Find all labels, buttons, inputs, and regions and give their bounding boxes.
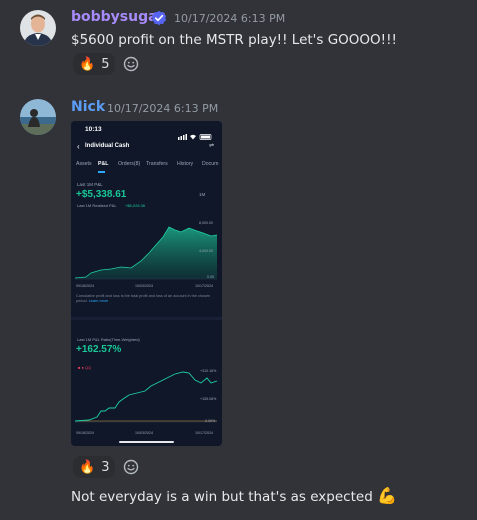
fire-reaction[interactable]: 🔥 3 — [73, 456, 116, 478]
reaction-count: 3 — [101, 459, 110, 475]
chart2-y-zero: 0.00% — [205, 419, 216, 423]
chart1-x-start: 09/18/2024 — [76, 284, 94, 288]
fire-reaction[interactable]: 🔥 5 — [73, 53, 116, 75]
timestamp: 10/17/2024 6:13 PM — [174, 12, 286, 25]
account-title: Individual Cash — [85, 143, 130, 149]
chart1-x-mid: 10/03/2024 — [135, 284, 153, 288]
flexed-biceps-emoji: 💪 — [377, 486, 397, 505]
ratio-line-chart — [74, 371, 218, 423]
ratio-label: Last 1M P&L Ratio(Time-Weighted) — [77, 337, 140, 342]
chart1-y-top: 8,000.00 — [199, 221, 213, 225]
verified-badge-icon — [151, 10, 167, 26]
message-text: $5600 profit on the MSTR play!! Let's GO… — [71, 32, 397, 48]
attachment-image[interactable]: 10:13 ‹ Individual Cash ⇌ Assets P&L Ord… — [71, 121, 222, 446]
timestamp: 10/17/2024 6:13 PM — [107, 102, 219, 115]
add-reaction-icon[interactable] — [120, 53, 142, 75]
status-icons — [178, 127, 216, 140]
active-tab-indicator — [98, 171, 105, 173]
chart2-x-end: 10/17/2024 — [195, 431, 213, 435]
section-divider — [71, 317, 222, 320]
pnl-value: +$5,338.61 — [76, 189, 127, 200]
chart2-x-mid: 10/03/2024 — [135, 431, 153, 435]
chart1-y-zero: 0.00 — [207, 275, 214, 279]
message-text-body: Not everyday is a win but that's as expe… — [71, 489, 373, 505]
tab-bar: Assets P&L Orders(8) Transfers History D… — [76, 161, 222, 169]
message-text: Not everyday is a win but that's as expe… — [71, 486, 397, 505]
avatar-nick[interactable] — [20, 99, 56, 135]
tab-assets[interactable]: Assets — [76, 161, 92, 167]
chart1-y-mid: 4,000.00 — [199, 249, 213, 253]
username-nick[interactable]: Nick — [71, 99, 105, 115]
chart2-x-start: 09/18/2024 — [76, 431, 94, 435]
settings-sliders-icon[interactable]: ⇌ — [209, 142, 214, 149]
fire-emoji: 🔥 — [79, 459, 96, 475]
tab-documents[interactable]: Docum — [202, 161, 218, 167]
learn-more-link[interactable]: Learn more — [89, 299, 108, 303]
period-select[interactable]: 1M — [199, 192, 205, 197]
tab-history[interactable]: History — [177, 161, 193, 167]
pnl-note: Cumulative profit and loss is the total … — [76, 294, 218, 304]
chart2-y-top: +310.16% — [200, 369, 217, 373]
chart1-x-end: 10/17/2024 — [195, 284, 213, 288]
tab-pnl[interactable]: P&L — [98, 161, 108, 167]
reaction-count: 5 — [101, 56, 110, 72]
home-indicator — [119, 441, 174, 443]
tab-orders[interactable]: Orders(8) — [118, 161, 140, 167]
pnl-label: Last 1M P&L — [77, 182, 103, 187]
avatar-bobbysugar[interactable] — [20, 10, 56, 46]
chart2-y-mid: +155.08% — [200, 397, 217, 401]
ratio-value: +162.57% — [76, 344, 122, 355]
fire-emoji: 🔥 — [79, 56, 96, 72]
realized-label: Last 1M Realized P&L — [77, 203, 117, 208]
add-reaction-icon[interactable] — [120, 456, 142, 478]
back-chevron-icon[interactable]: ‹ — [77, 142, 80, 151]
tab-transfers[interactable]: Transfers — [146, 161, 168, 167]
phone-time: 10:13 — [85, 126, 102, 133]
realized-value: +$6,028.36 — [125, 203, 146, 208]
